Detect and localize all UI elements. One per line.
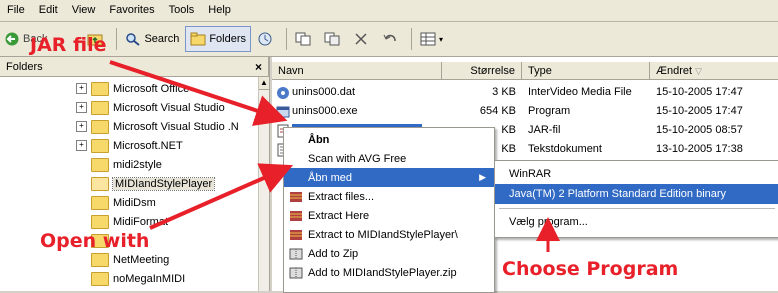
open-with-arrow xyxy=(149,163,293,230)
jar-file-arrow xyxy=(109,60,288,126)
annotation-jar-file: JAR file xyxy=(30,34,107,56)
annotation-open-with: Open with xyxy=(40,230,150,252)
annotation-choose-program: Choose Program xyxy=(502,258,679,280)
